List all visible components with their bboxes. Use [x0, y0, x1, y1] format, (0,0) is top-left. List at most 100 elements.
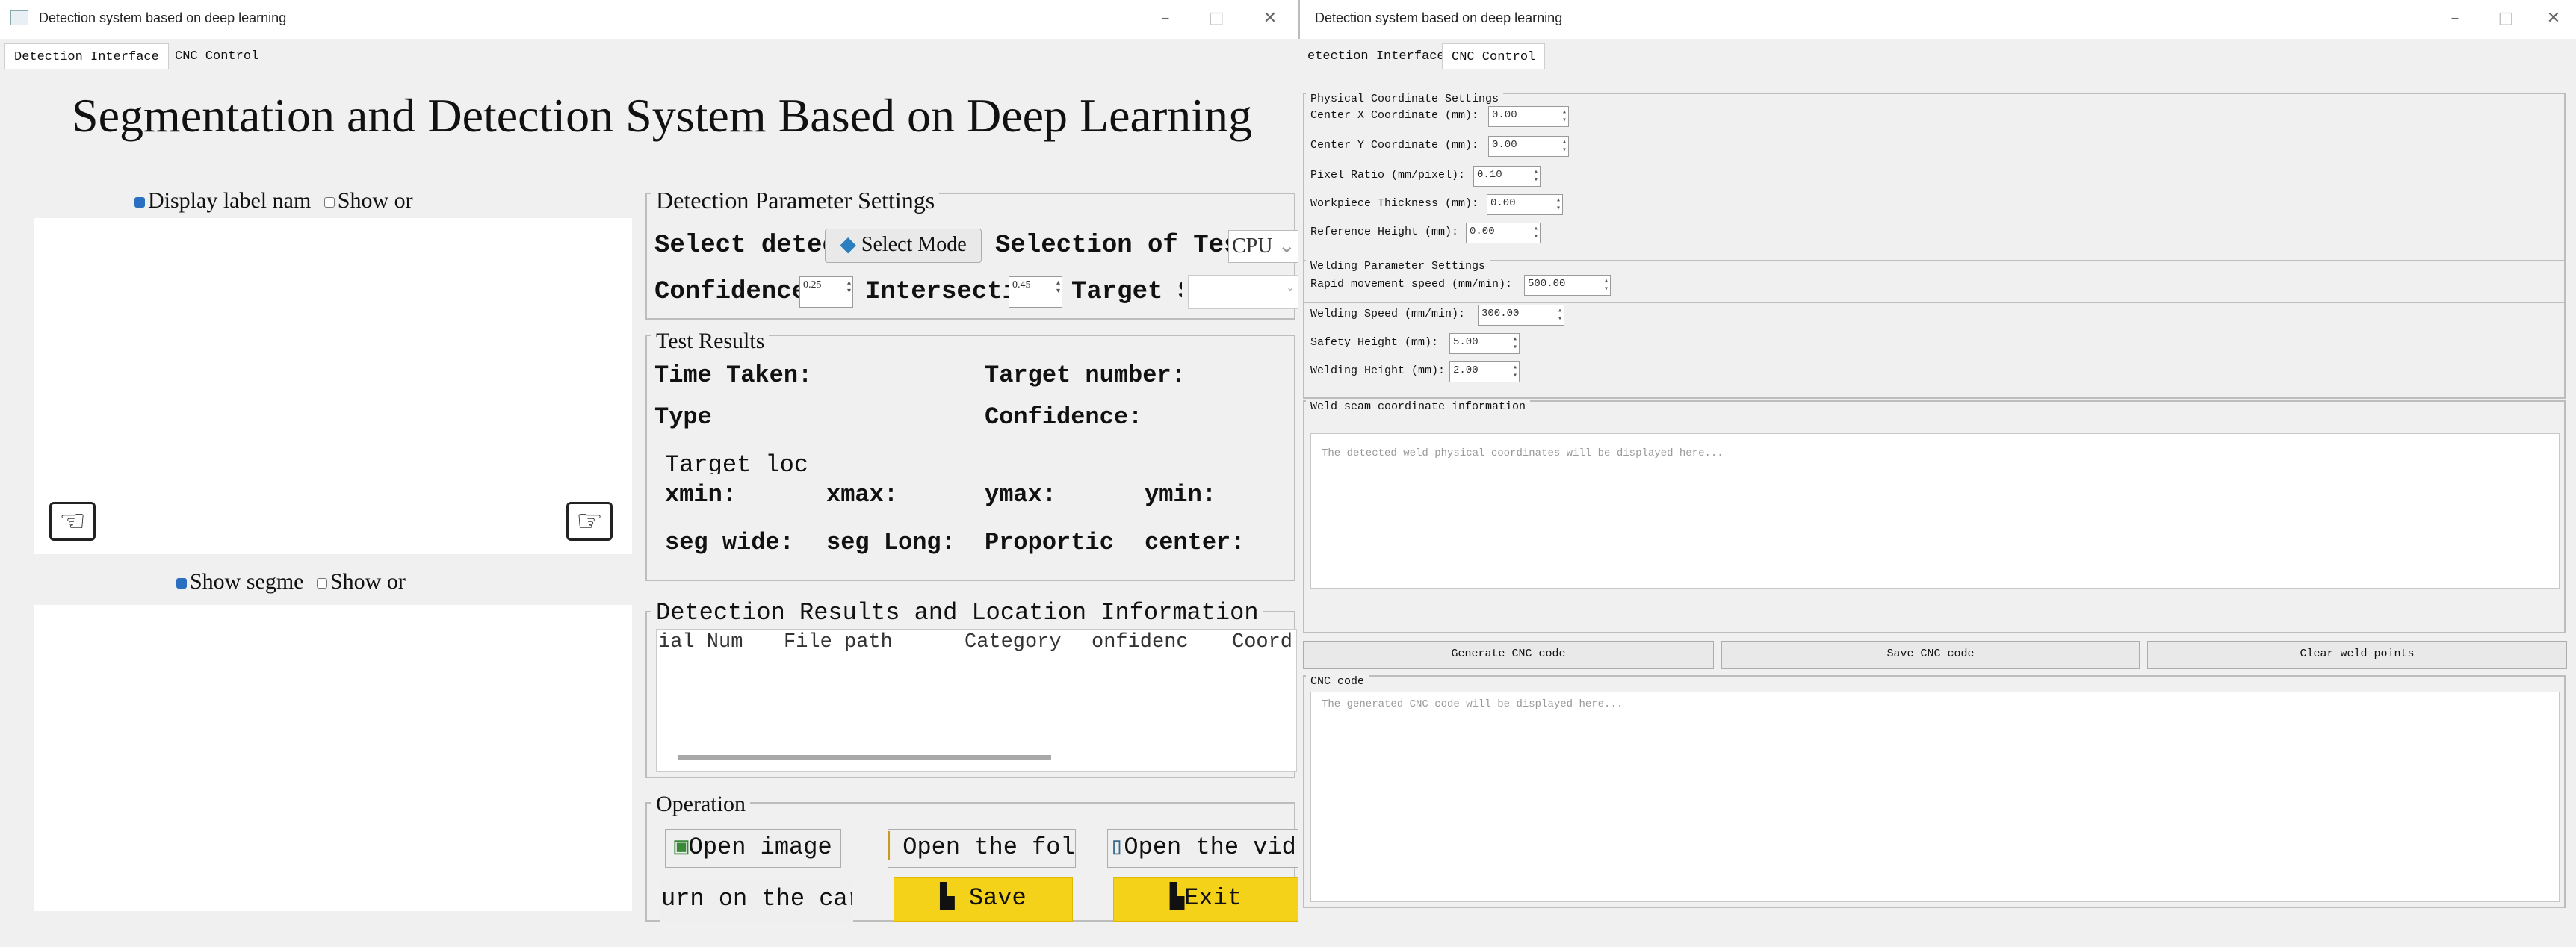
- open-folder-button[interactable]: ▏Open the fold: [888, 829, 1076, 868]
- generate-cnc-label: Generate CNC code: [1451, 648, 1566, 660]
- col-coordinates[interactable]: Coord: [1232, 631, 1292, 653]
- save-label: Save: [968, 884, 1027, 912]
- ymin-label: ymin:: [1145, 481, 1217, 509]
- reference-height-value: 0.00: [1470, 226, 1495, 237]
- cnc-code-textarea[interactable]: The generated CNC code will be displayed…: [1310, 692, 2560, 902]
- workpiece-thickness-label: Workpiece Thickness (mm):: [1310, 197, 1479, 210]
- pixel-ratio-value: 0.10: [1477, 169, 1502, 181]
- physical-coordinate-title: Physical Coordinate Settings: [1306, 93, 1504, 105]
- confidence-spinbox[interactable]: 0.25 ▴ ▾: [799, 276, 853, 308]
- weld-seam-textarea[interactable]: The detected weld physical coordinates w…: [1310, 433, 2560, 589]
- show-original-text: Show or: [337, 188, 413, 213]
- reference-height-spinbox[interactable]: 0.00 ▴ ▾: [1466, 223, 1541, 243]
- radio-show-segment[interactable]: [176, 578, 187, 589]
- welding-height-spinbox[interactable]: 2.00 ▴ ▾: [1449, 361, 1520, 382]
- title-bar: Detection system based on deep learning …: [0, 0, 1298, 39]
- spin-arrows-icon: ▴ ▾: [1533, 225, 1538, 241]
- center-y-spinbox[interactable]: 0.00 ▴ ▾: [1488, 136, 1569, 157]
- exit-button[interactable]: ▙Exit: [1113, 877, 1298, 922]
- weld-seam-title: Weld seam coordinate information: [1306, 400, 1531, 413]
- detection-parameter-title: Detection Parameter Settings: [651, 187, 940, 214]
- image-icon: ▣: [674, 833, 689, 861]
- select-mode-label: Select Mode: [861, 233, 967, 256]
- safety-height-label: Safety Height (mm):: [1310, 336, 1439, 349]
- tab-cnc-control-right[interactable]: CNC Control: [1442, 43, 1546, 69]
- mode-icon: ◆: [840, 233, 861, 256]
- welding-speed-label: Welding Speed (mm/min):: [1310, 308, 1466, 320]
- open-image-label: Open image: [688, 833, 832, 861]
- iou-spinbox[interactable]: 0.45 ▴ ▾: [1009, 276, 1062, 308]
- rapid-speed-spinbox[interactable]: 500.00 ▴ ▾: [1524, 275, 1611, 296]
- tab-bar-right: etection Interface CNC Control: [1298, 39, 2576, 69]
- show-original-bottom-text: Show or: [330, 569, 406, 594]
- col-confidence[interactable]: onfidenc: [1092, 631, 1189, 653]
- pixel-ratio-spinbox[interactable]: 0.10 ▴ ▾: [1473, 166, 1541, 187]
- open-video-button[interactable]: ▯Open the vid: [1107, 829, 1298, 868]
- maximize-button[interactable]: □: [1201, 7, 1231, 30]
- chevron-down-icon: ⌄: [1286, 282, 1295, 294]
- confidence-label: Confidence: [654, 278, 808, 306]
- spin-arrows-icon: ▴ ▾: [1512, 364, 1517, 380]
- minimize-button-right[interactable]: –: [2440, 7, 2470, 30]
- confidence-value: 0.25: [803, 279, 822, 291]
- target-select[interactable]: ⌄: [1188, 275, 1298, 309]
- device-select[interactable]: CPU ⌄: [1228, 230, 1298, 263]
- time-taken-label: Time Taken:: [654, 361, 813, 389]
- welding-parameter-title: Welding Parameter Settings: [1306, 260, 1490, 273]
- col-file-path[interactable]: File path: [784, 631, 893, 653]
- save-cnc-button[interactable]: Save CNC code: [1721, 641, 2140, 669]
- select-mode-button[interactable]: ◆ Select Mode: [825, 229, 982, 263]
- seg-long-label: seg Long:: [826, 529, 956, 556]
- xmax-label: xmax:: [826, 481, 899, 509]
- tab-cnc-control[interactable]: CNC Control: [166, 43, 267, 69]
- app-icon: [10, 10, 28, 25]
- center-y-value: 0.00: [1492, 139, 1517, 151]
- radio-show-original-bottom[interactable]: [317, 578, 327, 589]
- safety-height-spinbox[interactable]: 5.00 ▴ ▾: [1449, 333, 1520, 354]
- save-button[interactable]: ▙ Save: [894, 877, 1073, 922]
- seg-wide-label: seg wide:: [665, 529, 794, 556]
- generate-cnc-button[interactable]: Generate CNC code: [1303, 641, 1714, 669]
- center-x-spinbox[interactable]: 0.00 ▴ ▾: [1488, 106, 1569, 127]
- center-y-label: Center Y Coordinate (mm):: [1310, 139, 1479, 152]
- radio-show-original[interactable]: [323, 197, 335, 208]
- rapid-speed-label: Rapid movement speed (mm/min):: [1310, 278, 1513, 291]
- xmin-label: xmin:: [665, 481, 737, 509]
- col-category[interactable]: Category: [965, 631, 1062, 653]
- device-value: CPU: [1232, 235, 1273, 258]
- minimize-button[interactable]: –: [1151, 7, 1180, 30]
- hand-right-icon[interactable]: ☞: [566, 502, 613, 541]
- iou-value: 0.45: [1012, 279, 1031, 291]
- col-serial-num[interactable]: ial Num: [658, 631, 743, 653]
- pixel-ratio-label: Pixel Ratio (mm/pixel):: [1310, 169, 1466, 181]
- open-image-button[interactable]: ▣Open image: [665, 829, 841, 868]
- spin-arrows-icon: ▴ ▾: [1603, 277, 1609, 294]
- center-label: center:: [1145, 529, 1245, 556]
- camera-label: urn on the car: [661, 885, 853, 913]
- welding-speed-spinbox[interactable]: 300.00 ▴ ▾: [1478, 305, 1564, 326]
- clear-weld-points-button[interactable]: Clear weld points: [2147, 641, 2567, 669]
- results-table: ial Num File path Category onfidenc Coor…: [656, 629, 1297, 772]
- close-button-right[interactable]: ✕: [2539, 7, 2569, 30]
- select-detector-label: Select detec: [654, 232, 828, 260]
- tab-detection-interface-right[interactable]: etection Interface: [1298, 43, 1454, 69]
- cnc-code-placeholder: The generated CNC code will be displayed…: [1322, 698, 1623, 710]
- spin-arrows-icon: ▴ ▾: [1512, 335, 1517, 352]
- right-window: Detection system based on deep learning …: [1298, 0, 2576, 947]
- results-table-title: Detection Results and Location Informati…: [651, 599, 1263, 627]
- view-options-bottom: Show segme Show or: [176, 569, 406, 594]
- close-button[interactable]: ✕: [1255, 7, 1285, 30]
- intersection-label: Intersecti: [865, 278, 1018, 306]
- welding-speed-value: 300.00: [1481, 308, 1520, 320]
- reference-height-label: Reference Height (mm):: [1310, 226, 1459, 238]
- tab-detection-interface[interactable]: Detection Interface: [4, 43, 169, 69]
- horizontal-scrollbar[interactable]: [678, 755, 1051, 760]
- video-icon: ▯: [1109, 833, 1124, 861]
- radio-display-label[interactable]: [134, 197, 145, 208]
- spin-arrows-icon: ▴ ▾: [1561, 108, 1567, 125]
- turn-on-camera-button[interactable]: urn on the car: [660, 880, 853, 922]
- maximize-button-right[interactable]: □: [2491, 7, 2521, 30]
- target-number-label: Target number:: [985, 361, 1186, 389]
- workpiece-thickness-spinbox[interactable]: 0.00 ▴ ▾: [1487, 194, 1563, 215]
- hand-left-icon[interactable]: ☜: [49, 502, 96, 541]
